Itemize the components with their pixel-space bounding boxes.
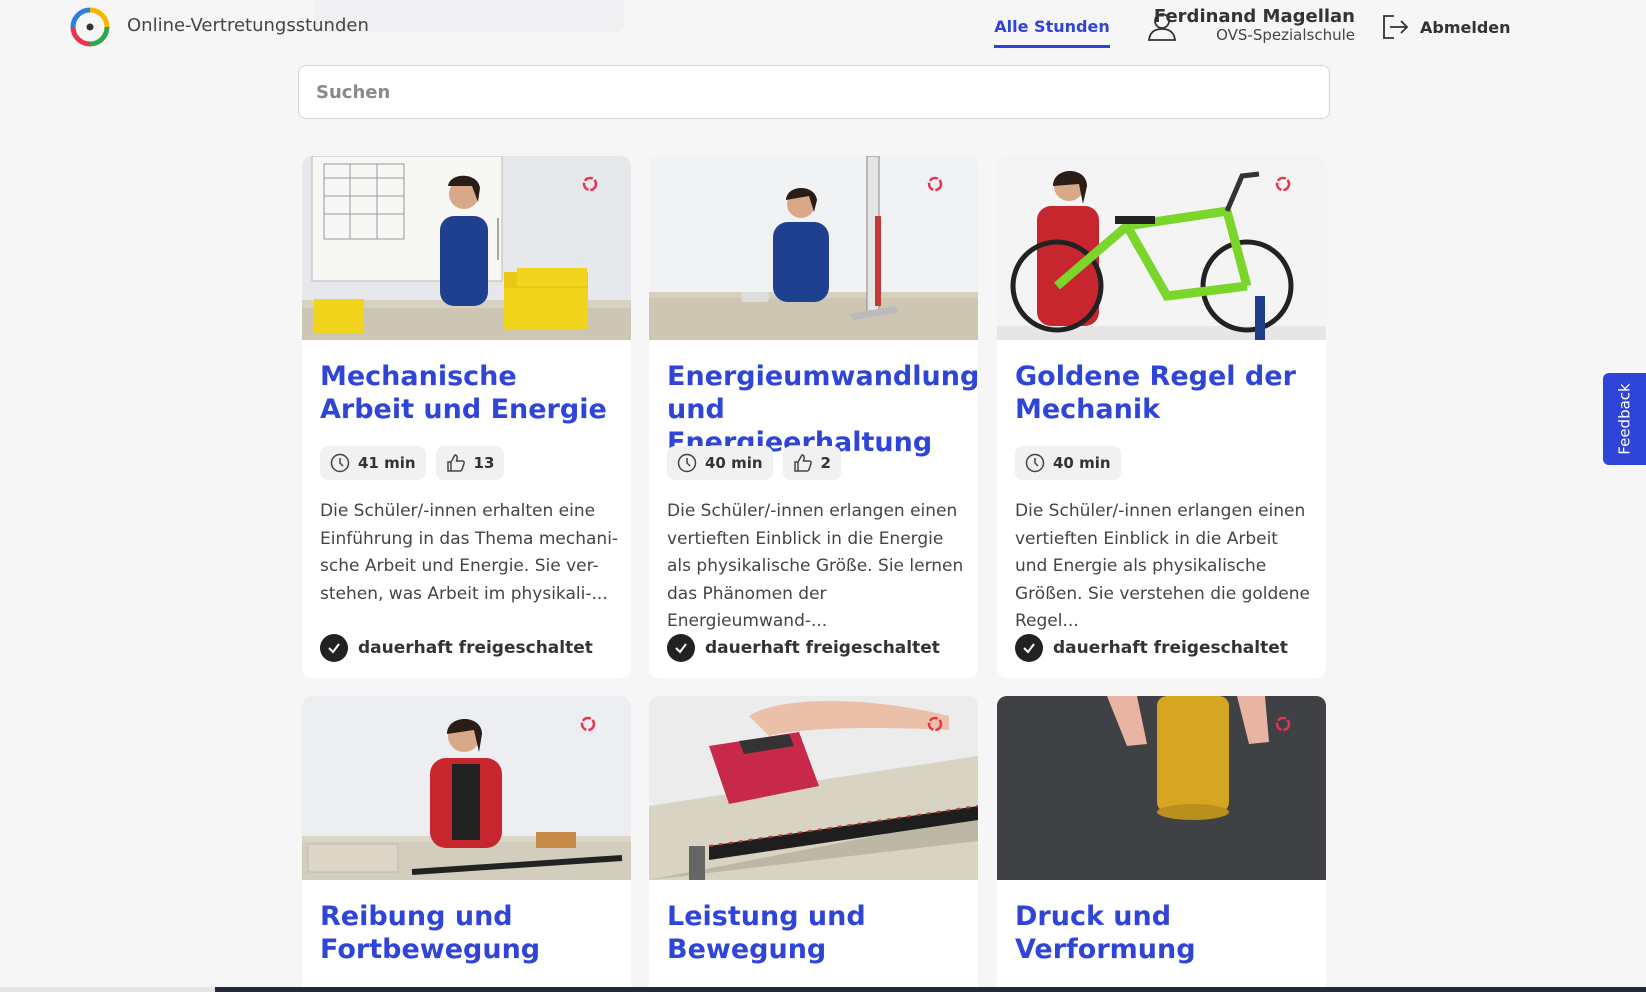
lesson-description: Die Schüler/-innen erlangen einen vertie…	[667, 501, 964, 631]
thumbs-up-icon	[793, 454, 812, 472]
lesson-thumbnail[interactable]	[997, 156, 1326, 340]
duration-badge: 41 min	[320, 446, 426, 480]
duration-value: 41 min	[358, 454, 416, 472]
lesson-description: Die Schüler/-innen erlangen einen vertie…	[1015, 501, 1310, 631]
bottom-scrollbar[interactable]	[215, 987, 1646, 992]
lesson-thumbnail[interactable]	[649, 156, 978, 340]
likes-value: 13	[473, 454, 495, 472]
feedback-button[interactable]: Feedback	[1603, 373, 1646, 465]
duration-value: 40 min	[705, 454, 763, 472]
duration-value: 40 min	[1053, 454, 1111, 472]
check-icon	[667, 634, 695, 662]
lesson-card[interactable]: Mechanische Arbeit und Energie 41 min 13…	[302, 156, 631, 678]
lesson-card[interactable]: Reibung und Fortbewegung	[302, 696, 631, 992]
check-icon	[1015, 634, 1043, 662]
user-name: Ferdinand Magellan	[1153, 6, 1355, 27]
lesson-card[interactable]: Druck und Verformung	[997, 696, 1326, 992]
thumbs-up-icon	[446, 454, 465, 472]
search-input[interactable]	[298, 65, 1330, 119]
logout-button[interactable]: Abmelden	[1380, 12, 1511, 42]
lesson-title[interactable]: Druck und Verformung	[1015, 900, 1315, 966]
likes-value: 2	[820, 454, 831, 472]
lesson-status: dauerhaft freigeschaltet	[667, 634, 940, 662]
duration-badge: 40 min	[667, 446, 773, 480]
likes-badge[interactable]: 13	[435, 446, 505, 480]
clock-icon	[1025, 453, 1045, 473]
top-bar: Online-Vertretungsstunden Alle Stunden F…	[0, 0, 1646, 52]
lesson-badges: 41 min 13	[320, 446, 505, 480]
app-logo-icon[interactable]	[70, 7, 110, 47]
lesson-description: Die Schüler/-innen erhalten eine Einführ…	[320, 501, 619, 604]
clock-icon	[330, 453, 350, 473]
likes-badge[interactable]: 2	[782, 446, 841, 480]
lesson-thumbnail[interactable]	[302, 156, 631, 340]
check-icon	[320, 634, 348, 662]
lesson-title[interactable]: Mechanische Arbeit und Energie	[320, 360, 620, 426]
lesson-card[interactable]: Energieumwandlung und Energieerhaltung 4…	[649, 156, 978, 678]
user-school: OVS-Spezialschule	[1216, 26, 1355, 44]
lesson-thumbnail[interactable]	[302, 696, 631, 880]
lesson-status: dauerhaft freigeschaltet	[1015, 634, 1288, 662]
logout-label: Abmelden	[1420, 17, 1511, 37]
lesson-badges: 40 min	[1015, 446, 1121, 480]
duration-badge: 40 min	[1015, 446, 1121, 480]
lesson-title[interactable]: Goldene Regel der Mechanik	[1015, 360, 1315, 426]
lesson-badges: 40 min 2	[667, 446, 841, 480]
tab-alle-stunden[interactable]: Alle Stunden	[994, 14, 1110, 48]
clock-icon	[677, 453, 697, 473]
lesson-thumbnail[interactable]	[997, 696, 1326, 880]
feedback-label: Feedback	[1615, 383, 1634, 455]
status-label: dauerhaft freigeschaltet	[1053, 638, 1288, 658]
lesson-thumbnail[interactable]	[649, 696, 978, 880]
logout-icon	[1383, 15, 1409, 39]
lesson-title[interactable]: Energieumwandlung und Energieerhaltung	[667, 360, 978, 459]
bottom-edge	[0, 987, 215, 992]
app-title[interactable]: Online-Vertretungsstunden	[127, 15, 369, 36]
lesson-card[interactable]: Goldene Regel der Mechanik 40 min Die Sc…	[997, 156, 1326, 678]
status-label: dauerhaft freigeschaltet	[705, 638, 940, 658]
status-label: dauerhaft freigeschaltet	[358, 638, 593, 658]
lesson-title[interactable]: Reibung und Fortbewegung	[320, 900, 620, 966]
lesson-title[interactable]: Leistung und Bewegung	[667, 900, 967, 966]
lesson-status: dauerhaft freigeschaltet	[320, 634, 593, 662]
lesson-card[interactable]: Leistung und Bewegung	[649, 696, 978, 992]
